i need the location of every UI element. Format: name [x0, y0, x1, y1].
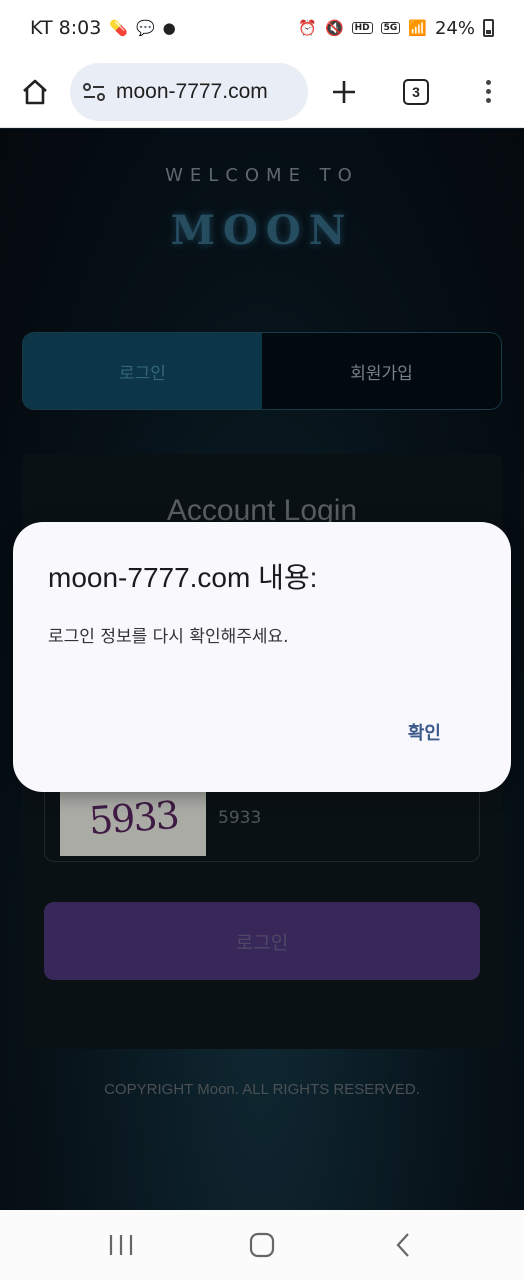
status-left: KT 8:03 💊 💬 ● — [30, 17, 176, 39]
alarm-icon: ⏰ — [298, 18, 317, 37]
site-settings-icon — [83, 82, 105, 101]
status-bar: KT 8:03 💊 💬 ● ⏰ 🔇 HD 5G 📶 24% — [0, 0, 524, 56]
dialog-message: 로그인 정보를 다시 확인해주세요. — [48, 627, 289, 647]
url-text: moon-7777.com — [116, 79, 268, 103]
5g-icon: 5G — [380, 22, 401, 34]
carrier-time: KT 8:03 — [30, 17, 102, 39]
system-nav-bar — [0, 1210, 524, 1280]
app-notification-icon: ● — [162, 18, 176, 37]
recents-icon — [109, 1235, 132, 1255]
browser-toolbar: moon-7777.com 3 — [0, 56, 524, 128]
plus-icon — [333, 80, 355, 103]
signal-icon: 📶 — [408, 18, 427, 37]
address-bar[interactable]: moon-7777.com — [70, 62, 308, 121]
home-nav-icon — [249, 1232, 275, 1258]
battery-percent: 24% — [434, 17, 475, 39]
recent-apps-button[interactable] — [91, 1215, 151, 1275]
hd-icon: HD — [351, 22, 373, 34]
back-button[interactable] — [373, 1215, 433, 1275]
talk-icon: 💬 — [135, 18, 155, 37]
home-nav-button[interactable] — [232, 1215, 292, 1275]
dialog-title: moon-7777.com 내용: — [48, 562, 318, 593]
tab-count: 3 — [403, 78, 429, 105]
back-icon — [396, 1233, 410, 1257]
more-vert-icon — [485, 80, 491, 103]
dialog-ok-button[interactable]: 확인 — [408, 719, 441, 745]
battery-icon — [483, 19, 494, 37]
status-right: ⏰ 🔇 HD 5G 📶 24% — [298, 18, 494, 39]
mute-icon: 🔇 — [324, 18, 344, 37]
tab-switcher-button[interactable]: 3 — [380, 56, 452, 128]
home-icon — [23, 79, 47, 104]
new-tab-button[interactable] — [308, 56, 380, 128]
alert-dialog: moon-7777.com 내용: 로그인 정보를 다시 확인해주세요. 확인 — [13, 522, 511, 792]
home-button[interactable] — [0, 56, 70, 128]
menu-button[interactable] — [452, 56, 524, 128]
pill-icon: 💊 — [109, 18, 128, 37]
